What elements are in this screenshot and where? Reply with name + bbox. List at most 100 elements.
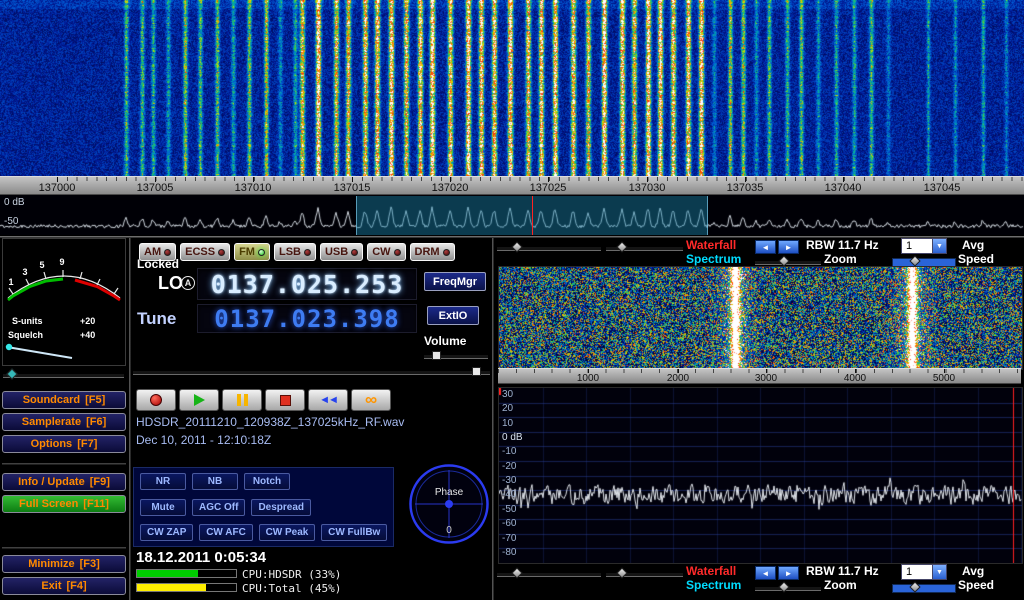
waterfall-brightness-slider[interactable] (497, 242, 601, 253)
divider (2, 547, 126, 549)
spectrum-tab-label-2[interactable]: Spectrum (686, 578, 741, 592)
avg-dropdown-value: 1 (902, 565, 932, 579)
cw-afc-button[interactable]: CW AFC (199, 524, 252, 541)
despread-button[interactable]: Despread (251, 499, 311, 516)
button-label: Soundcard (23, 394, 80, 406)
slider-knob[interactable] (778, 255, 789, 266)
af-waterfall-display[interactable] (498, 266, 1023, 370)
mute-button[interactable]: Mute (140, 499, 186, 516)
exit-button[interactable]: Exit [F4] (2, 577, 126, 595)
soundcard-button[interactable]: Soundcard [F5] (2, 391, 126, 409)
agc-button[interactable]: AGC Off (192, 499, 245, 516)
lo-frequency-display[interactable]: 0137.025.253 (196, 267, 418, 301)
cpu-total-bar (136, 583, 237, 592)
volume-slider[interactable] (424, 350, 488, 361)
cpu-hdsdr-bar-fill (137, 570, 198, 577)
dropdown-arrow-icon[interactable]: ▼ (932, 565, 946, 579)
slider-knob[interactable] (617, 567, 628, 578)
cw-fullbw-button[interactable]: CW FullBw (321, 524, 387, 541)
spectrum-db-label: -50 (4, 216, 18, 227)
record-button[interactable] (136, 389, 176, 411)
button-label: Full Screen (19, 498, 78, 510)
button-hotkey: [F5] (85, 394, 105, 406)
s-meter-tick-label: 5 (39, 260, 44, 270)
tuning-slider-knob[interactable] (472, 367, 481, 376)
waterfall-tab-label-2[interactable]: Waterfall (686, 564, 736, 578)
squelch-slider-knob[interactable] (6, 368, 17, 379)
zoom-right-arrow-button[interactable]: ► (778, 566, 799, 580)
vfo-a-badge[interactable]: A (181, 276, 195, 290)
waterfall-contrast-slider[interactable] (606, 242, 683, 253)
avg-dropdown-2[interactable]: 1 ▼ (901, 564, 947, 580)
zoom-right-arrow-button[interactable]: ► (778, 240, 799, 254)
db-scale-label: -50 (502, 504, 516, 515)
zoom-slider-2[interactable] (755, 582, 821, 593)
zoom-arrow-buttons-2: ◄ ► (755, 566, 799, 580)
speed-label-2: Speed (958, 578, 994, 592)
notch-button[interactable]: Notch (244, 473, 290, 490)
button-hotkey: [F6] (86, 416, 106, 428)
spectrum-tab-label[interactable]: Spectrum (686, 252, 741, 266)
button-hotkey: [F4] (67, 580, 87, 592)
slider-knob[interactable] (617, 241, 628, 252)
samplerate-button[interactable]: Samplerate [F6] (2, 413, 126, 431)
recording-timestamp: Dec 10, 2011 - 12:10:18Z (136, 433, 271, 447)
slider-knob[interactable] (910, 581, 921, 592)
stop-button[interactable] (265, 389, 305, 411)
squelch-slider[interactable] (3, 369, 124, 380)
mode-button-cw[interactable]: CW (367, 243, 405, 261)
slider-knob[interactable] (778, 581, 789, 592)
dsp-panel: NR NB Notch Mute AGC Off Despread CW ZAP… (133, 467, 394, 547)
zoom-label-2: Zoom (824, 578, 857, 592)
cw-zap-button[interactable]: CW ZAP (140, 524, 193, 541)
mode-button-usb[interactable]: USB (320, 243, 363, 261)
options-button[interactable]: Options [F7] (2, 435, 126, 453)
mode-button-fm[interactable]: FM (234, 243, 270, 261)
speed-label: Speed (958, 252, 994, 266)
waterfall-brightness-slider-2[interactable] (497, 568, 601, 579)
tuning-slider[interactable] (133, 366, 490, 377)
waterfall-tab-label[interactable]: Waterfall (686, 238, 736, 252)
mode-button-drm[interactable]: DRM (410, 243, 455, 261)
avg-dropdown[interactable]: 1 ▼ (901, 238, 947, 254)
zoom-left-arrow-button[interactable]: ◄ (755, 566, 776, 580)
ruler-label: 137045 (920, 182, 964, 194)
ruler-ticks (57, 177, 1024, 181)
nb-button[interactable]: NB (192, 473, 238, 490)
play-button[interactable] (179, 389, 219, 411)
af-spectrum-display[interactable] (498, 387, 1023, 564)
cw-peak-button[interactable]: CW Peak (259, 524, 316, 541)
loop-button[interactable]: ∞ (351, 389, 391, 411)
tune-frequency-display[interactable]: 0137.023.398 (196, 303, 418, 334)
minimize-button[interactable]: Minimize [F3] (2, 555, 126, 573)
rewind-button[interactable]: ◄◄ (308, 389, 348, 411)
extio-button[interactable]: ExtIO (427, 306, 479, 325)
dsp-row: Mute AGC Off Despread (140, 499, 387, 516)
dropdown-arrow-icon[interactable]: ▼ (932, 239, 946, 253)
info-update-button[interactable]: Info / Update [F9] (2, 473, 126, 491)
db-scale-label: 30 (502, 389, 513, 400)
db-scale-label: 0 dB (502, 432, 523, 443)
fullscreen-button[interactable]: Full Screen [F11] (2, 495, 126, 513)
mode-button-lsb[interactable]: LSB (274, 243, 316, 261)
avg-dropdown-value: 1 (902, 239, 932, 253)
volume-slider-knob[interactable] (432, 351, 441, 360)
zoom-arrow-buttons: ◄ ► (755, 240, 799, 254)
waterfall-contrast-slider-2[interactable] (606, 568, 683, 579)
mode-led (258, 249, 265, 256)
freqmgr-button[interactable]: FreqMgr (424, 272, 486, 291)
pause-button[interactable] (222, 389, 262, 411)
mode-label: USB (325, 246, 348, 258)
slider-knob[interactable] (511, 241, 522, 252)
mode-button-ecss[interactable]: ECSS (180, 243, 230, 261)
mode-label: DRM (415, 246, 440, 258)
frequency-ruler[interactable]: 137000 137005 137010 137015 137020 13702… (0, 176, 1024, 195)
slider-knob[interactable] (511, 567, 522, 578)
af-frequency-scale[interactable]: 1000 2000 3000 4000 5000 (498, 368, 1021, 384)
main-waterfall-display[interactable] (0, 0, 1024, 176)
speed-slider-2[interactable] (892, 582, 956, 593)
zoom-left-arrow-button[interactable]: ◄ (755, 240, 776, 254)
nr-button[interactable]: NR (140, 473, 186, 490)
slider-knob[interactable] (910, 255, 921, 266)
tune-label: Tune (137, 309, 176, 329)
